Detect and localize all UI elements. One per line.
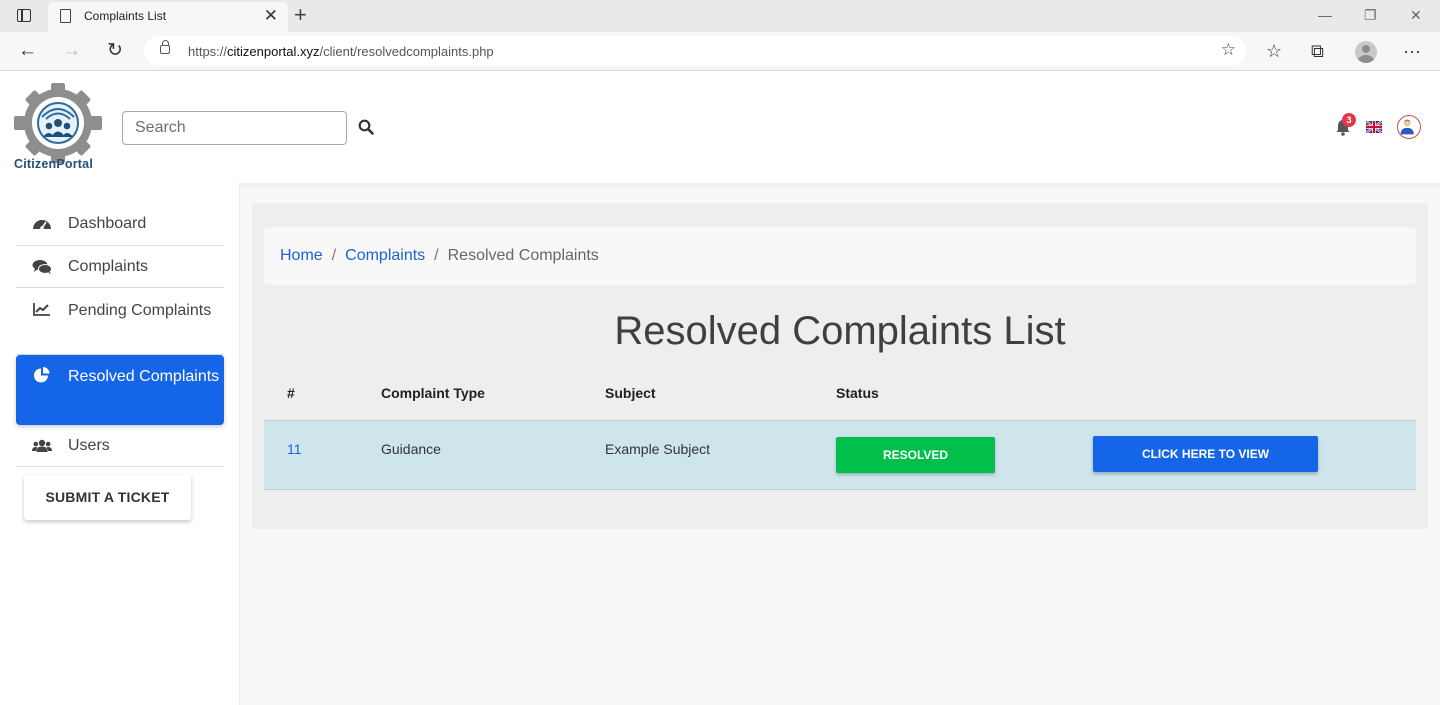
sidebar-item-resolved-complaints[interactable]: Resolved Complaints: [16, 355, 224, 425]
sidebar-item-dashboard[interactable]: Dashboard: [16, 203, 224, 246]
url-text: https://citizenportal.xyz/client/resolve…: [188, 44, 494, 59]
complaint-type-cell: Guidance: [381, 441, 441, 457]
column-header-subject: Subject: [605, 385, 656, 401]
new-tab-icon[interactable]: +: [294, 2, 307, 28]
breadcrumb: Home / Complaints / Resolved Complaints: [264, 227, 1416, 285]
table-row: 11 Guidance Example Subject RESOLVED CLI…: [264, 420, 1416, 490]
lock-icon[interactable]: [160, 40, 170, 54]
complaint-subject-cell: Example Subject: [605, 441, 711, 457]
breadcrumb-current: Resolved Complaints: [447, 247, 599, 264]
user-avatar[interactable]: [1397, 115, 1421, 139]
users-icon: [32, 439, 52, 452]
back-icon[interactable]: ←: [18, 40, 37, 62]
minimize-icon[interactable]: —: [1318, 6, 1332, 24]
more-options-icon[interactable]: ···: [1403, 40, 1421, 62]
column-header-status: Status: [836, 385, 879, 401]
browser-tab-bar: Complaints List ✕ + — ❐ ✕: [0, 0, 1440, 32]
tab-actions-icon[interactable]: [17, 9, 31, 22]
browser-profile-icon[interactable]: [1355, 41, 1377, 63]
tab-title: Complaints List: [84, 9, 167, 23]
sidebar-item-label: Pending Complaints: [68, 302, 212, 319]
sidebar-item-complaints[interactable]: Complaints: [16, 246, 224, 288]
uk-flag-icon[interactable]: [1366, 121, 1382, 133]
logo-text: CitizenPortal: [14, 157, 93, 171]
sidebar-item-label: Users: [68, 436, 110, 454]
dashboard-gauge-icon: [33, 220, 51, 230]
line-chart-icon: [33, 303, 50, 316]
main-content: Home / Complaints / Resolved Complaints …: [252, 203, 1428, 529]
search-input[interactable]: [122, 111, 347, 145]
restore-icon[interactable]: ❐: [1364, 6, 1377, 24]
browser-tab[interactable]: Complaints List ✕: [48, 2, 288, 32]
sidebar: Dashboard Complaints Pending Complaints …: [0, 183, 240, 705]
browser-address-bar: ← → ↻ https://citizenportal.xyz/client/r…: [0, 32, 1440, 71]
sidebar-item-label: Dashboard: [68, 215, 147, 232]
add-favorite-icon[interactable]: ☆: [1221, 40, 1236, 60]
pie-chart-icon: [34, 367, 50, 383]
avatar-person-icon: [1400, 119, 1414, 135]
breadcrumb-separator: /: [331, 247, 337, 264]
column-header-complaint-type: Complaint Type: [381, 385, 485, 401]
breadcrumb-complaints-link[interactable]: Complaints: [345, 247, 425, 265]
status-badge: RESOLVED: [836, 437, 995, 473]
app-header: CitizenPortal 3: [0, 71, 1440, 183]
window-close-icon[interactable]: ✕: [1410, 6, 1422, 24]
tab-close-icon[interactable]: ✕: [264, 6, 278, 26]
notification-badge: 3: [1342, 113, 1356, 127]
reload-icon[interactable]: ↻: [107, 40, 123, 62]
forward-icon[interactable]: →: [62, 40, 81, 62]
column-header-id: #: [287, 385, 295, 401]
url-field[interactable]: https://citizenportal.xyz/client/resolve…: [144, 36, 1246, 66]
breadcrumb-separator: /: [434, 247, 439, 264]
search-icon[interactable]: [358, 119, 374, 135]
sidebar-item-users[interactable]: Users: [16, 425, 224, 467]
collections-icon[interactable]: ⧉: [1311, 40, 1324, 62]
page-icon: [60, 9, 71, 23]
complaint-id-link[interactable]: 11: [287, 441, 302, 457]
breadcrumb-home-link[interactable]: Home: [280, 247, 323, 265]
view-complaint-button[interactable]: CLICK HERE TO VIEW: [1093, 436, 1318, 472]
sidebar-item-label: Complaints: [68, 257, 149, 275]
submit-ticket-button[interactable]: SUBMIT A TICKET: [24, 475, 191, 520]
sidebar-item-label: Resolved Complaints: [68, 368, 220, 385]
sidebar-item-pending-complaints[interactable]: Pending Complaints: [16, 288, 224, 355]
comments-icon: [32, 259, 52, 274]
page-title: Resolved Complaints List: [614, 309, 1066, 353]
favorites-icon[interactable]: ☆: [1266, 40, 1282, 62]
